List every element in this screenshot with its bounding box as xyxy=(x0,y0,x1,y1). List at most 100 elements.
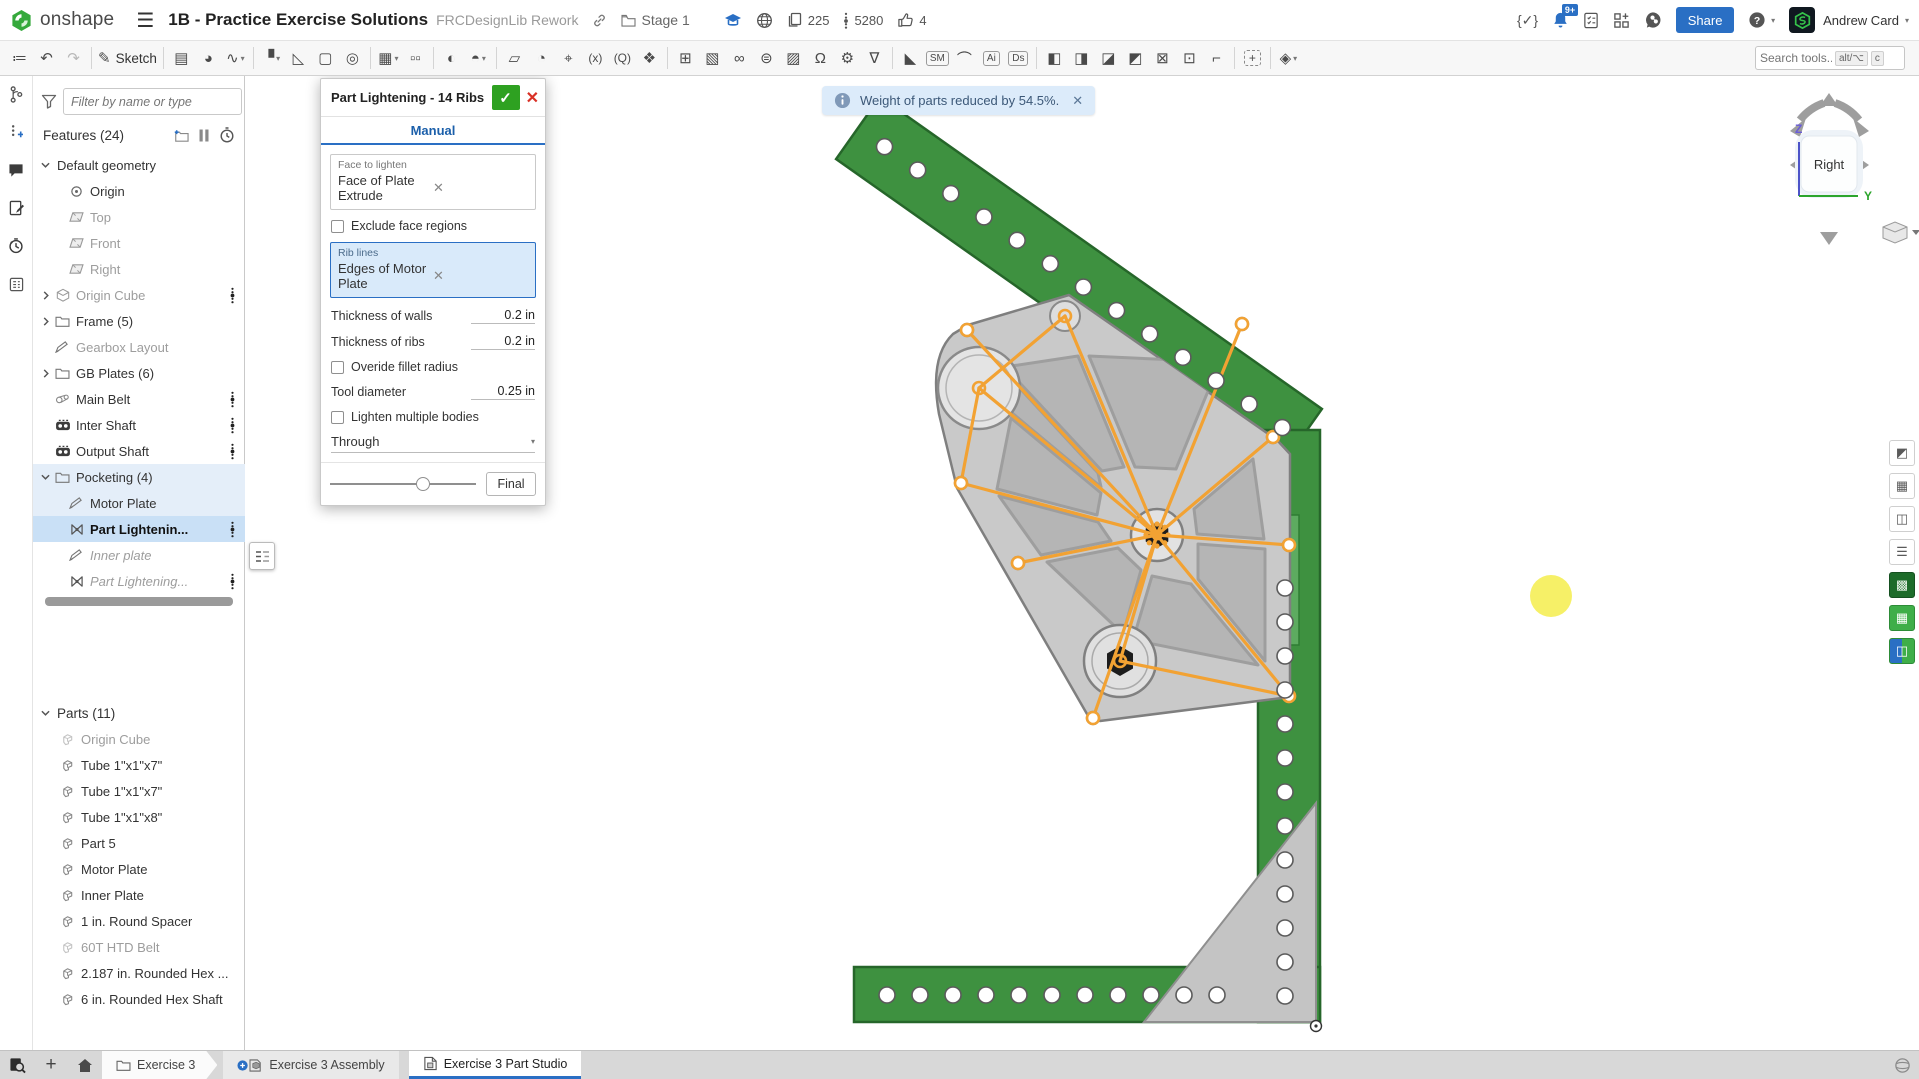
derived-icon[interactable]: ❖ xyxy=(636,45,663,72)
public-document-icon[interactable] xyxy=(756,12,773,29)
variables-icon[interactable] xyxy=(4,272,28,296)
chevron-right-icon[interactable] xyxy=(38,291,53,300)
comments-icon[interactable] xyxy=(4,158,28,182)
material-split-icon[interactable]: ◫ xyxy=(1889,638,1915,664)
boolean-icon[interactable]: ◐ xyxy=(438,45,465,72)
undo-icon[interactable]: ↶ xyxy=(33,45,60,72)
part-row-motor-plate[interactable]: Motor Plate xyxy=(33,856,245,882)
versions-check-icon[interactable]: {✓} xyxy=(1517,12,1538,29)
chevron-right-icon[interactable] xyxy=(38,317,53,326)
hole-icon[interactable]: ◎ xyxy=(339,45,366,72)
insert-feature-icon[interactable] xyxy=(4,120,28,144)
redo-icon[interactable]: ↷ xyxy=(60,45,87,72)
chevron-down-icon[interactable]: ▾ xyxy=(394,54,398,63)
lighten-multiple-bodies-checkbox[interactable]: Lighten multiple bodies xyxy=(331,410,535,424)
part-row-tube-1-x1-x8[interactable]: Tube 1"x1"x8" xyxy=(33,804,245,830)
add-folder-icon[interactable] xyxy=(171,128,189,143)
part-row-tube-1-x1-x7[interactable]: Tube 1"x1"x7" xyxy=(33,778,245,804)
delete-face-icon[interactable]: ◪ xyxy=(1095,45,1122,72)
part-row-tube-1-x1-x7[interactable]: Tube 1"x1"x7" xyxy=(33,752,245,778)
display-state-icon[interactable]: ▦ xyxy=(1889,473,1915,499)
shaft-generator-icon[interactable]: ⊜ xyxy=(753,45,780,72)
search-tools-box[interactable]: alt/⌥ c xyxy=(1755,46,1905,70)
tab-manual[interactable]: Manual xyxy=(321,117,545,145)
plane-icon[interactable]: ▱ xyxy=(501,45,528,72)
view-cube-face[interactable]: Right xyxy=(1800,135,1858,193)
search-tabs-icon[interactable] xyxy=(0,1051,34,1079)
versions-icon[interactable] xyxy=(4,82,28,106)
rollback-bar[interactable] xyxy=(45,597,233,606)
tab-exercise-3-part-studio[interactable]: Exercise 3 Part Studio xyxy=(409,1051,582,1079)
helix-icon[interactable]: ◔ xyxy=(528,45,555,72)
notifications-bell-icon[interactable]: 9+ xyxy=(1552,11,1569,29)
split-icon[interactable]: ◓▾ xyxy=(465,45,492,72)
view-settings-icon[interactable]: ◈▾ xyxy=(1275,45,1302,72)
material-green-icon[interactable]: ▦ xyxy=(1889,605,1915,631)
feature-row-frame-5[interactable]: Frame (5) xyxy=(33,308,245,334)
feature-options-handle-icon[interactable] xyxy=(230,573,235,590)
feature-options-handle-icon[interactable] xyxy=(230,521,235,538)
user-name[interactable]: Andrew Card xyxy=(1823,13,1899,28)
clear-selection-icon[interactable]: ✕ xyxy=(433,180,528,196)
home-tab-button[interactable] xyxy=(68,1051,102,1079)
feature-row-motor-plate[interactable]: Motor Plate xyxy=(33,490,245,516)
measure-icon[interactable]: + xyxy=(1239,45,1266,72)
dialog-cancel-button[interactable]: ✕ xyxy=(526,88,539,108)
feature-options-handle-icon[interactable] xyxy=(230,443,235,460)
thicken-icon[interactable]: ◧ xyxy=(1041,45,1068,72)
onshape-logo[interactable]: onshape xyxy=(10,9,114,32)
fillet-icon[interactable]: ▝▾ xyxy=(258,45,285,72)
part-row-6-in-rounded-hex-shaft[interactable]: 6 in. Rounded Hex Shaft xyxy=(33,986,245,1012)
history-icon[interactable] xyxy=(4,234,28,258)
feature-row-part-lightenin[interactable]: Part Lightenin... xyxy=(33,516,245,542)
chevron-down-icon[interactable]: ▾ xyxy=(276,54,280,63)
feature-row-top[interactable]: Top xyxy=(33,204,245,230)
feature-list-toggle-icon[interactable]: ≔ xyxy=(6,45,33,72)
linear-pattern-icon[interactable]: ▦▾ xyxy=(375,45,402,72)
chevron-down-icon[interactable] xyxy=(38,474,53,480)
variable-icon[interactable]: (x) xyxy=(582,45,609,72)
copy-link-icon[interactable] xyxy=(592,13,607,28)
app-store-icon[interactable] xyxy=(1613,12,1630,29)
decal-icon[interactable]: ▨ xyxy=(780,45,807,72)
slider-thumb[interactable] xyxy=(416,477,430,491)
view-down-arrow-icon[interactable] xyxy=(1820,232,1838,245)
length-count[interactable]: 5280 xyxy=(843,12,883,29)
unbend-icon[interactable]: ⌐ xyxy=(1203,45,1230,72)
feature-row-output-shaft[interactable]: Output Shaft xyxy=(33,438,245,464)
document-location[interactable]: Stage 1 xyxy=(621,12,689,28)
feature-filter-input[interactable] xyxy=(63,88,242,115)
modify-fillet-icon[interactable]: ⊡ xyxy=(1176,45,1203,72)
material-dark-green-icon[interactable]: ▩ xyxy=(1889,572,1915,598)
transform-icon[interactable]: ⌖ xyxy=(555,45,582,72)
bom-table-icon[interactable]: ☰ xyxy=(1889,539,1915,565)
filter-feature-icon[interactable]: ∇ xyxy=(861,45,888,72)
sheet-metal-model-icon[interactable]: SM xyxy=(924,45,951,72)
move-face-icon[interactable]: ◩ xyxy=(1122,45,1149,72)
model-canvas[interactable] xyxy=(0,0,1919,1079)
extrude-icon[interactable]: ▤ xyxy=(168,45,195,72)
tab-exercise-3-assembly[interactable]: Exercise 3 Assembly xyxy=(223,1051,398,1079)
search-tools-input[interactable] xyxy=(1760,51,1832,65)
feature-row-right[interactable]: Right xyxy=(33,256,245,282)
share-button[interactable]: Share xyxy=(1676,7,1734,33)
avatar[interactable] xyxy=(1789,7,1815,33)
new-tab-button[interactable]: + xyxy=(34,1051,68,1079)
replace-face-icon[interactable]: ⊠ xyxy=(1149,45,1176,72)
feature-options-handle-icon[interactable] xyxy=(230,391,235,408)
edu-plan-icon[interactable] xyxy=(724,12,742,28)
ai-assistant-icon[interactable]: Ai xyxy=(978,45,1005,72)
custom-tables-icon[interactable] xyxy=(4,196,28,220)
final-button[interactable]: Final xyxy=(486,472,536,496)
end-condition-dropdown[interactable]: Through ▾ xyxy=(331,434,535,453)
chevron-down-icon[interactable] xyxy=(38,162,53,168)
override-fillet-radius-checkbox[interactable]: Overide fillet radius xyxy=(331,360,535,374)
exclude-face-regions-checkbox[interactable]: Exclude face regions xyxy=(331,219,535,233)
feature-row-origin-cube[interactable]: Origin Cube xyxy=(33,282,245,308)
frame-feature-icon[interactable]: ⊞ xyxy=(672,45,699,72)
rib-lines-field[interactable]: Rib lines Edges of Motor Plate ✕ xyxy=(330,242,536,298)
feature-row-part-lightening[interactable]: Part Lightening... xyxy=(33,568,245,594)
enclose-icon[interactable]: ◨ xyxy=(1068,45,1095,72)
part-row-1-in-round-spacer[interactable]: 1 in. Round Spacer xyxy=(33,908,245,934)
feature-options-handle-icon[interactable] xyxy=(230,287,235,304)
